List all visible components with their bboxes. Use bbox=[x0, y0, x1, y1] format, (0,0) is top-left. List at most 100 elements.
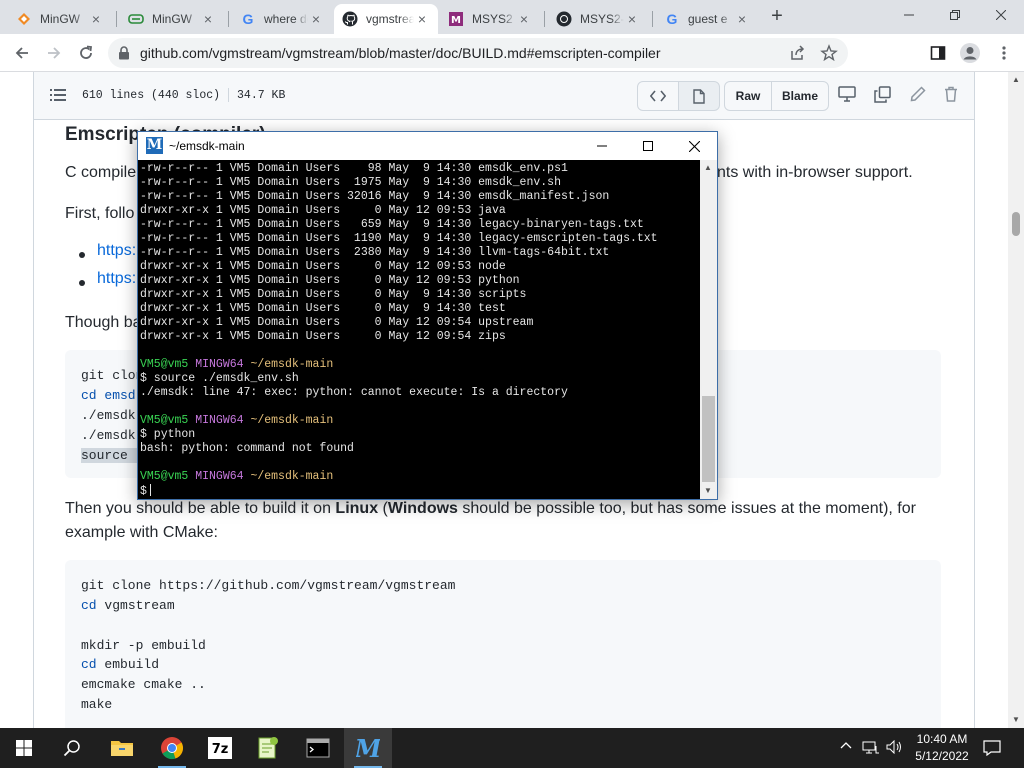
taskbar-notepad-plus[interactable] bbox=[244, 728, 292, 768]
side-panel-icon[interactable] bbox=[924, 39, 952, 67]
file-info: 610 lines (440 sloc) 34.7 KB bbox=[82, 88, 285, 102]
tab-msys2[interactable]: M MSYS2 × bbox=[440, 4, 540, 34]
close-icon[interactable]: × bbox=[516, 11, 532, 27]
tab-mingw[interactable]: MinGW × bbox=[8, 4, 112, 34]
terminal-output[interactable]: -rw-r--r-- 1 VM5 Domain Users 98 May 9 1… bbox=[138, 160, 700, 499]
reload-button[interactable] bbox=[72, 39, 100, 67]
taskbar-file-explorer[interactable] bbox=[98, 728, 146, 768]
sourceforge-icon bbox=[128, 11, 144, 27]
terminal-minimize-button[interactable] bbox=[579, 132, 625, 160]
terminal-line: bash: python: command not found bbox=[140, 442, 354, 455]
terminal-command: $ python bbox=[140, 428, 196, 441]
windows-taskbar: 7z M 10:40 AM 5/12/2022 bbox=[0, 728, 1024, 768]
terminal-line: -rw-r--r-- 1 VM5 Domain Users 2380 May 9… bbox=[140, 246, 610, 259]
trash-icon[interactable] bbox=[944, 86, 964, 106]
system-clock[interactable]: 10:40 AM 5/12/2022 bbox=[912, 731, 972, 765]
address-bar[interactable]: github.com/vgmstream/vgmstream/blob/mast… bbox=[108, 38, 848, 68]
copy-icon[interactable] bbox=[874, 86, 894, 106]
terminal-prompt: VM5@vm5 MINGW64 ~/emsdk-main bbox=[140, 470, 334, 483]
folder-icon bbox=[111, 741, 133, 756]
chevron-up-icon[interactable] bbox=[840, 740, 852, 755]
scroll-up-arrow-icon[interactable]: ▲ bbox=[1012, 76, 1020, 84]
page-scrollbar[interactable]: ▲ ▼ bbox=[1008, 72, 1024, 728]
close-window-button[interactable] bbox=[978, 0, 1024, 30]
url-text[interactable]: github.com/vgmstream/vgmstream/blob/mast… bbox=[140, 45, 661, 61]
tab-google-guest[interactable]: G guest e × bbox=[656, 4, 758, 34]
close-icon[interactable]: × bbox=[308, 11, 324, 27]
tab-mingw-2[interactable]: MinGW × bbox=[120, 4, 224, 34]
desktop-icon[interactable] bbox=[838, 86, 858, 106]
tab-vgmstream[interactable]: vgmstream × bbox=[334, 4, 438, 34]
page-scroll-thumb[interactable] bbox=[1012, 212, 1020, 236]
close-icon[interactable]: × bbox=[734, 11, 750, 27]
link-https-1[interactable]: https: bbox=[97, 242, 136, 260]
svg-text:M: M bbox=[451, 15, 461, 26]
terminal-maximize-button[interactable] bbox=[625, 132, 671, 160]
menu-kebab-icon[interactable] bbox=[990, 39, 1018, 67]
profile-avatar[interactable] bbox=[956, 39, 984, 67]
tab-separator bbox=[544, 11, 545, 27]
paragraph-though: Though ba bbox=[65, 314, 142, 331]
terminal-titlebar[interactable]: M ~/emsdk-main bbox=[138, 132, 717, 160]
tab-google-search[interactable]: G where do × bbox=[232, 4, 332, 34]
msys2-icon: M bbox=[356, 736, 380, 760]
svg-text:M: M bbox=[356, 736, 380, 760]
restore-button[interactable] bbox=[932, 0, 978, 30]
clock-date: 5/12/2022 bbox=[915, 749, 969, 763]
close-icon[interactable]: × bbox=[414, 11, 430, 27]
msys2-icon: M bbox=[448, 11, 464, 27]
terminal-prompt: VM5@vm5 MINGW64 ~/emsdk-main bbox=[140, 358, 334, 371]
tab-msys2-github[interactable]: MSYS2- × bbox=[548, 4, 648, 34]
terminal-scrollbar[interactable]: ▲ ▼ bbox=[700, 160, 717, 499]
link-https-2[interactable]: https: bbox=[97, 270, 136, 288]
terminal-line: -rw-r--r-- 1 VM5 Domain Users 1190 May 9… bbox=[140, 232, 658, 245]
code-line: make bbox=[81, 697, 113, 712]
preview-button[interactable] bbox=[678, 81, 720, 111]
bullet bbox=[79, 252, 85, 258]
7zip-icon: 7z bbox=[208, 737, 232, 759]
notepad-plus-icon bbox=[258, 737, 278, 759]
github-icon bbox=[556, 11, 572, 27]
taskbar-7zip[interactable]: 7z bbox=[196, 728, 244, 768]
taskbar-chrome[interactable] bbox=[148, 728, 196, 768]
terminal-line: drwxr-xr-x 1 VM5 Domain Users 0 May 12 0… bbox=[140, 204, 506, 217]
terminal-close-button[interactable] bbox=[671, 132, 717, 160]
scroll-down-arrow-icon[interactable]: ▼ bbox=[704, 487, 712, 495]
code-block-build: git clone https://github.com/vgmstream/v… bbox=[65, 560, 941, 728]
notification-icon[interactable] bbox=[983, 740, 1001, 759]
browser-toolbar: github.com/vgmstream/vgmstream/blob/mast… bbox=[0, 34, 1024, 72]
scroll-up-arrow-icon[interactable]: ▲ bbox=[704, 164, 712, 172]
mingw-icon bbox=[16, 11, 32, 27]
close-icon[interactable]: × bbox=[88, 11, 104, 27]
tab-separator bbox=[228, 11, 229, 27]
terminal-line: -rw-r--r-- 1 VM5 Domain Users 32016 May … bbox=[140, 190, 610, 203]
taskbar-msys2-mingw64[interactable]: M bbox=[344, 728, 392, 768]
volume-icon[interactable] bbox=[886, 739, 902, 757]
start-button[interactable] bbox=[0, 728, 48, 768]
terminal-line: -rw-r--r-- 1 VM5 Domain Users 98 May 9 1… bbox=[140, 162, 568, 175]
blame-button[interactable]: Blame bbox=[771, 81, 829, 111]
terminal-scroll-thumb[interactable] bbox=[702, 396, 715, 482]
search-button[interactable] bbox=[48, 728, 96, 768]
forward-button[interactable] bbox=[40, 39, 68, 67]
new-tab-button[interactable]: + bbox=[766, 6, 788, 28]
raw-button[interactable]: Raw bbox=[724, 81, 772, 111]
network-icon[interactable] bbox=[862, 740, 880, 757]
back-button[interactable] bbox=[8, 39, 36, 67]
bookmark-star-icon[interactable] bbox=[820, 44, 838, 62]
code-view-button[interactable] bbox=[637, 81, 679, 111]
mintty-terminal-window[interactable]: M ~/emsdk-main -rw-r--r-- 1 VM5 Domain U… bbox=[137, 131, 718, 500]
lock-icon[interactable] bbox=[118, 46, 130, 65]
close-icon[interactable]: × bbox=[200, 11, 216, 27]
scroll-down-arrow-icon[interactable]: ▼ bbox=[1012, 716, 1020, 724]
pencil-icon[interactable] bbox=[910, 86, 930, 106]
clock-time: 10:40 AM bbox=[916, 732, 968, 746]
close-icon[interactable]: × bbox=[624, 11, 640, 27]
share-icon[interactable] bbox=[788, 44, 806, 62]
minimize-button[interactable] bbox=[886, 0, 932, 30]
outline-list-icon[interactable] bbox=[50, 88, 66, 107]
taskbar-terminal[interactable] bbox=[294, 728, 342, 768]
terminal-input-line[interactable]: $ bbox=[140, 484, 700, 498]
windows-logo-icon bbox=[16, 740, 32, 756]
